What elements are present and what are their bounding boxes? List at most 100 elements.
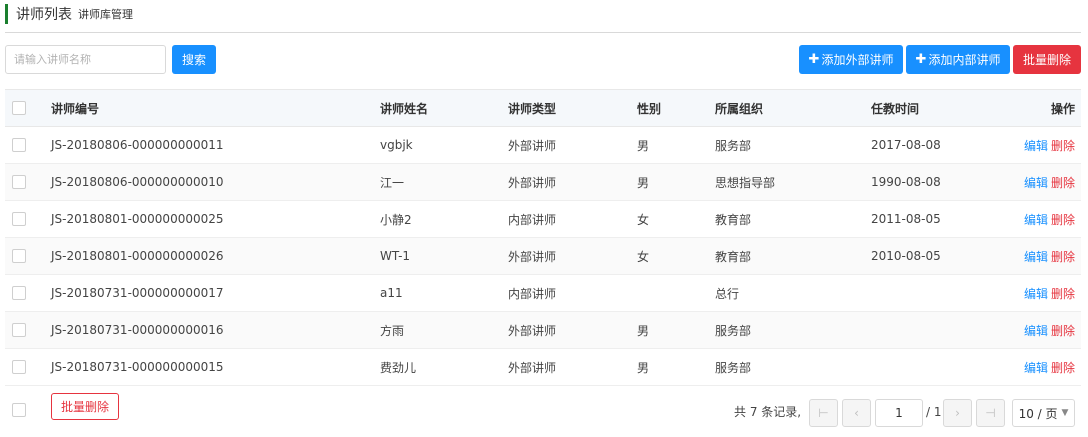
last-page-button[interactable]: ⊣ bbox=[976, 399, 1005, 427]
cell-org: 教育部 bbox=[715, 249, 752, 264]
cell-name: 方雨 bbox=[380, 323, 405, 338]
edit-link[interactable]: 编辑 bbox=[1024, 176, 1048, 190]
last-page-icon: ⊣ bbox=[985, 406, 996, 420]
add-external-lecturer-button[interactable]: ✚ 添加外部讲师 bbox=[799, 45, 903, 74]
cell-gender: 男 bbox=[637, 175, 650, 190]
cell-type: 外部讲师 bbox=[508, 323, 557, 338]
search-input[interactable] bbox=[5, 45, 166, 74]
row-checkbox[interactable] bbox=[12, 175, 26, 189]
row-checkbox[interactable] bbox=[12, 138, 26, 152]
header-divider bbox=[5, 32, 1081, 33]
cell-org: 服务部 bbox=[715, 323, 752, 338]
edit-link[interactable]: 编辑 bbox=[1024, 250, 1048, 264]
edit-link[interactable]: 编辑 bbox=[1024, 287, 1048, 301]
select-all-checkbox[interactable] bbox=[12, 101, 26, 115]
cell-actions: 编辑 删除 bbox=[1024, 285, 1075, 302]
cell-actions: 编辑 删除 bbox=[1024, 137, 1075, 154]
cell-gender: 女 bbox=[637, 249, 650, 264]
cell-gender: 男 bbox=[637, 360, 650, 375]
cell-id: JS-20180731-000000000015 bbox=[51, 360, 224, 374]
cell-id: JS-20180806-000000000011 bbox=[51, 138, 224, 152]
batch-delete-button[interactable]: 批量删除 bbox=[1013, 45, 1081, 74]
table-row: JS-20180801-000000000025 小静2 内部讲师 女 教育部 … bbox=[5, 201, 1081, 238]
cell-gender: 男 bbox=[637, 138, 650, 153]
cell-actions: 编辑 删除 bbox=[1024, 211, 1075, 228]
column-header-gender: 性别 bbox=[637, 101, 662, 116]
table-row: JS-20180731-000000000017 a11 内部讲师 总行 编辑删… bbox=[5, 275, 1081, 312]
edit-link[interactable]: 编辑 bbox=[1024, 139, 1048, 153]
delete-link[interactable]: 删除 bbox=[1051, 324, 1075, 338]
total-records: 共 7 条记录, bbox=[734, 405, 802, 419]
chevron-down-icon: ▼ bbox=[1061, 408, 1069, 418]
chevron-right-icon: › bbox=[955, 406, 960, 420]
cell-name: 费劲儿 bbox=[380, 360, 417, 375]
column-header-actions: 操作 bbox=[1050, 101, 1075, 116]
cell-type: 外部讲师 bbox=[508, 138, 557, 153]
prev-page-button[interactable]: ‹ bbox=[842, 399, 871, 427]
table-footer: 批量删除 共 7 条记录, ⊢ ‹ / 1 › ⊣ 10 / 页 ▼ bbox=[5, 389, 1081, 437]
cell-id: JS-20180801-000000000026 bbox=[51, 249, 224, 263]
page-subtitle: 讲师库管理 bbox=[78, 8, 133, 21]
footer-select-all-checkbox[interactable] bbox=[12, 403, 26, 417]
cell-org: 服务部 bbox=[715, 360, 752, 375]
delete-link[interactable]: 删除 bbox=[1051, 139, 1075, 153]
table-header: 讲师编号 讲师姓名 讲师类型 性别 所属组织 任教时间 操作 bbox=[5, 90, 1081, 127]
next-page-button[interactable]: › bbox=[943, 399, 972, 427]
edit-link[interactable]: 编辑 bbox=[1024, 361, 1048, 375]
page-number-input[interactable] bbox=[875, 399, 923, 427]
column-header-org: 所属组织 bbox=[715, 101, 764, 116]
cell-name: a11 bbox=[380, 286, 403, 300]
lecturer-table: 讲师编号 讲师姓名 讲师类型 性别 所属组织 任教时间 操作 JS-201808… bbox=[5, 89, 1081, 386]
cell-type: 内部讲师 bbox=[508, 212, 557, 227]
edit-link[interactable]: 编辑 bbox=[1024, 213, 1048, 227]
table-row: JS-20180806-000000000010 江一 外部讲师 男 思想指导部… bbox=[5, 164, 1081, 201]
cell-type: 外部讲师 bbox=[508, 360, 557, 375]
cell-id: JS-20180731-000000000017 bbox=[51, 286, 224, 300]
cell-id: JS-20180806-000000000010 bbox=[51, 175, 224, 189]
add-external-lecturer-label: 添加外部讲师 bbox=[821, 53, 894, 67]
edit-link[interactable]: 编辑 bbox=[1024, 324, 1048, 338]
delete-link[interactable]: 删除 bbox=[1051, 176, 1075, 190]
footer-batch-delete-button[interactable]: 批量删除 bbox=[51, 393, 120, 420]
row-checkbox[interactable] bbox=[12, 360, 26, 374]
delete-link[interactable]: 删除 bbox=[1051, 361, 1075, 375]
cell-date: 2011-08-05 bbox=[871, 212, 941, 226]
row-checkbox[interactable] bbox=[12, 249, 26, 263]
page-size-select[interactable]: 10 / 页 ▼ bbox=[1012, 399, 1075, 427]
row-checkbox[interactable] bbox=[12, 212, 26, 226]
cell-name: WT-1 bbox=[380, 249, 411, 263]
add-internal-lecturer-label: 添加内部讲师 bbox=[928, 53, 1001, 67]
cell-type: 外部讲师 bbox=[508, 249, 557, 264]
table-row: JS-20180801-000000000026 WT-1 外部讲师 女 教育部… bbox=[5, 238, 1081, 275]
cell-org: 总行 bbox=[715, 286, 740, 301]
column-header-id: 讲师编号 bbox=[51, 101, 100, 116]
plus-icon: ✚ bbox=[915, 52, 927, 67]
first-page-button[interactable]: ⊢ bbox=[809, 399, 838, 427]
page-title: 讲师列表 bbox=[16, 7, 72, 23]
add-internal-lecturer-button[interactable]: ✚ 添加内部讲师 bbox=[906, 45, 1010, 74]
row-checkbox[interactable] bbox=[12, 286, 26, 300]
table-row: JS-20180731-000000000016 方雨 外部讲师 男 服务部 编… bbox=[5, 312, 1081, 349]
cell-actions: 编辑 删除 bbox=[1024, 174, 1075, 191]
page-total: / 1 bbox=[926, 405, 942, 419]
cell-gender: 女 bbox=[637, 212, 650, 227]
cell-type: 外部讲师 bbox=[508, 175, 557, 190]
cell-actions: 编辑 删除 bbox=[1024, 359, 1075, 376]
cell-name: vgbjk bbox=[380, 138, 413, 152]
cell-gender: 男 bbox=[637, 323, 650, 338]
cell-id: JS-20180801-000000000025 bbox=[51, 212, 224, 226]
delete-link[interactable]: 删除 bbox=[1051, 213, 1075, 227]
cell-name: 江一 bbox=[380, 175, 405, 190]
delete-link[interactable]: 删除 bbox=[1051, 250, 1075, 264]
row-checkbox[interactable] bbox=[12, 323, 26, 337]
cell-org: 思想指导部 bbox=[715, 175, 776, 190]
search-button[interactable]: 搜索 bbox=[172, 45, 216, 74]
cell-org: 教育部 bbox=[715, 212, 752, 227]
delete-link[interactable]: 删除 bbox=[1051, 287, 1075, 301]
cell-date: 2010-08-05 bbox=[871, 249, 941, 263]
cell-name: 小静2 bbox=[380, 212, 412, 227]
cell-actions: 编辑 删除 bbox=[1024, 322, 1075, 339]
cell-actions: 编辑 删除 bbox=[1024, 248, 1075, 265]
cell-type: 内部讲师 bbox=[508, 286, 557, 301]
page-size-label: 10 / 页 bbox=[1018, 406, 1058, 421]
